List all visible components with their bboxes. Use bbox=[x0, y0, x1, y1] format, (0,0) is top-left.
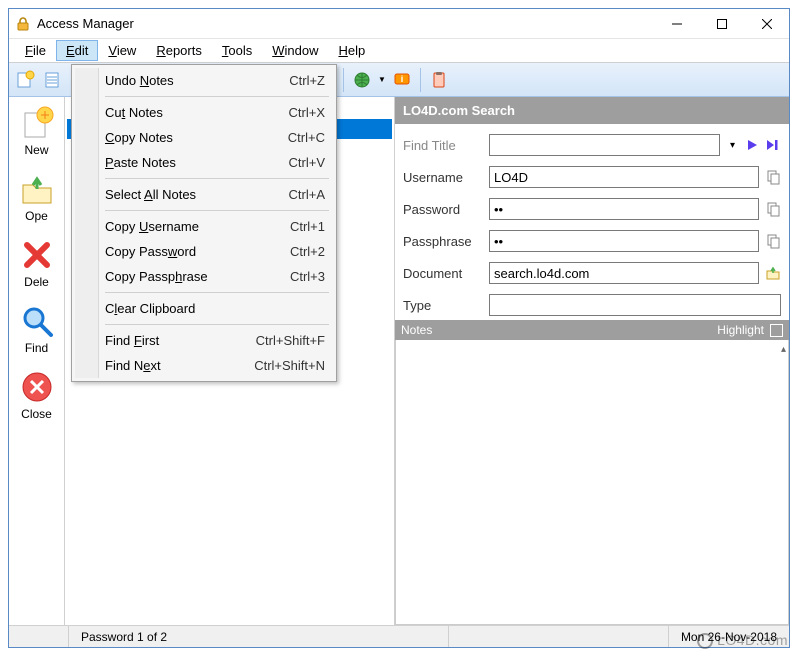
menu-reports[interactable]: Reports bbox=[146, 40, 212, 61]
sidebar-delete[interactable]: Dele bbox=[19, 237, 55, 289]
row-document: Document bbox=[403, 262, 781, 284]
window-title: Access Manager bbox=[37, 16, 134, 31]
app-window: Access Manager File Edit View Reports To… bbox=[8, 8, 790, 648]
row-type: Type bbox=[403, 294, 781, 316]
find-title-label: Find Title bbox=[403, 138, 483, 153]
notes-header: Notes Highlight bbox=[395, 320, 789, 340]
menu-window[interactable]: Window bbox=[262, 40, 328, 61]
scroll-up-icon[interactable]: ▴ bbox=[781, 344, 786, 355]
menu-separator bbox=[105, 324, 329, 325]
status-empty bbox=[9, 626, 69, 647]
sidebar-new-label: New bbox=[24, 143, 48, 157]
delete-x-icon bbox=[19, 237, 55, 273]
chevron-down-icon[interactable]: ▼ bbox=[378, 75, 386, 84]
type-label: Type bbox=[403, 298, 483, 313]
detail-header: LO4D.com Search bbox=[395, 97, 789, 124]
lock-icon bbox=[15, 16, 31, 32]
menu-find-next[interactable]: Find NextCtrl+Shift+N bbox=[75, 353, 333, 378]
sidebar-delete-label: Dele bbox=[24, 275, 49, 289]
row-password: Password bbox=[403, 198, 781, 220]
notes-textarea[interactable]: ▴ bbox=[395, 340, 789, 625]
menu-help[interactable]: Help bbox=[328, 40, 375, 61]
menu-clear-clipboard[interactable]: Clear Clipboard bbox=[75, 296, 333, 321]
edit-menu-dropdown: Undo NotesCtrl+Z Cut NotesCtrl+X Copy No… bbox=[71, 64, 337, 382]
sidebar-find[interactable]: Find bbox=[19, 303, 55, 355]
menu-gutter bbox=[75, 68, 99, 378]
notes-label: Notes bbox=[401, 323, 432, 337]
play-end-icon[interactable] bbox=[765, 138, 781, 152]
play-icon[interactable] bbox=[745, 138, 759, 152]
find-title-input[interactable] bbox=[489, 134, 720, 156]
password-input[interactable] bbox=[489, 198, 759, 220]
menu-tools[interactable]: Tools bbox=[212, 40, 262, 61]
row-passphrase: Passphrase bbox=[403, 230, 781, 252]
sidebar-new[interactable]: New bbox=[19, 105, 55, 157]
menu-paste-notes[interactable]: Paste NotesCtrl+V bbox=[75, 150, 333, 175]
highlight-checkbox[interactable] bbox=[770, 324, 783, 337]
status-left: Password 1 of 2 bbox=[69, 626, 449, 647]
tool-new-icon[interactable] bbox=[13, 68, 37, 92]
menu-copy-username[interactable]: Copy UsernameCtrl+1 bbox=[75, 214, 333, 239]
titlebar: Access Manager bbox=[9, 9, 789, 39]
detail-form: Find Title ▾ Username bbox=[395, 124, 789, 320]
menubar: File Edit View Reports Tools Window Help bbox=[9, 39, 789, 63]
username-label: Username bbox=[403, 170, 483, 185]
username-input[interactable] bbox=[489, 166, 759, 188]
find-magnifier-icon bbox=[19, 303, 55, 339]
menu-separator bbox=[105, 96, 329, 97]
detail-pane: LO4D.com Search Find Title ▾ Username bbox=[395, 97, 789, 625]
minimize-button[interactable] bbox=[654, 9, 699, 38]
menu-separator bbox=[105, 210, 329, 211]
type-input[interactable] bbox=[489, 294, 781, 316]
toolbar-separator bbox=[343, 68, 344, 92]
highlight-label: Highlight bbox=[717, 323, 764, 337]
svg-text:i: i bbox=[401, 74, 404, 84]
tool-help-icon[interactable]: i bbox=[390, 68, 414, 92]
status-date: Mon 26-Nov-2018 bbox=[668, 626, 789, 647]
menu-copy-password[interactable]: Copy PasswordCtrl+2 bbox=[75, 239, 333, 264]
statusbar: Password 1 of 2 Mon 26-Nov-2018 bbox=[9, 625, 789, 647]
sidebar-find-label: Find bbox=[25, 341, 48, 355]
menu-edit[interactable]: Edit bbox=[56, 40, 98, 61]
row-username: Username bbox=[403, 166, 781, 188]
open-folder-icon[interactable] bbox=[765, 265, 781, 281]
menu-undo-notes[interactable]: Undo NotesCtrl+Z bbox=[75, 68, 333, 93]
sidebar-close[interactable]: Close bbox=[19, 369, 55, 421]
action-sidebar: New Ope Dele Find Close bbox=[9, 97, 65, 625]
copy-icon[interactable] bbox=[765, 233, 781, 249]
menu-copy-notes[interactable]: Copy NotesCtrl+C bbox=[75, 125, 333, 150]
menu-file[interactable]: File bbox=[15, 40, 56, 61]
open-folder-icon bbox=[19, 171, 55, 207]
sidebar-open[interactable]: Ope bbox=[19, 171, 55, 223]
tool-globe-icon[interactable] bbox=[350, 68, 374, 92]
chevron-down-icon[interactable]: ▾ bbox=[726, 140, 739, 151]
menu-select-all[interactable]: Select All NotesCtrl+A bbox=[75, 182, 333, 207]
sidebar-open-label: Ope bbox=[25, 209, 48, 223]
tool-open-icon[interactable] bbox=[41, 68, 65, 92]
new-icon bbox=[19, 105, 55, 141]
document-input[interactable] bbox=[489, 262, 759, 284]
copy-icon[interactable] bbox=[765, 169, 781, 185]
menu-view[interactable]: View bbox=[98, 40, 146, 61]
maximize-button[interactable] bbox=[699, 9, 744, 38]
menu-separator bbox=[105, 178, 329, 179]
document-label: Document bbox=[403, 266, 483, 281]
close-circle-icon bbox=[19, 369, 55, 405]
menu-separator bbox=[105, 292, 329, 293]
row-find-title: Find Title ▾ bbox=[403, 134, 781, 156]
menu-copy-passphrase[interactable]: Copy PassphraseCtrl+3 bbox=[75, 264, 333, 289]
tool-clipboard-icon[interactable] bbox=[427, 68, 451, 92]
menu-find-first[interactable]: Find FirstCtrl+Shift+F bbox=[75, 328, 333, 353]
copy-icon[interactable] bbox=[765, 201, 781, 217]
menu-cut-notes[interactable]: Cut NotesCtrl+X bbox=[75, 100, 333, 125]
toolbar-separator bbox=[420, 68, 421, 92]
password-label: Password bbox=[403, 202, 483, 217]
close-button[interactable] bbox=[744, 9, 789, 38]
sidebar-close-label: Close bbox=[21, 407, 52, 421]
passphrase-label: Passphrase bbox=[403, 234, 483, 249]
passphrase-input[interactable] bbox=[489, 230, 759, 252]
